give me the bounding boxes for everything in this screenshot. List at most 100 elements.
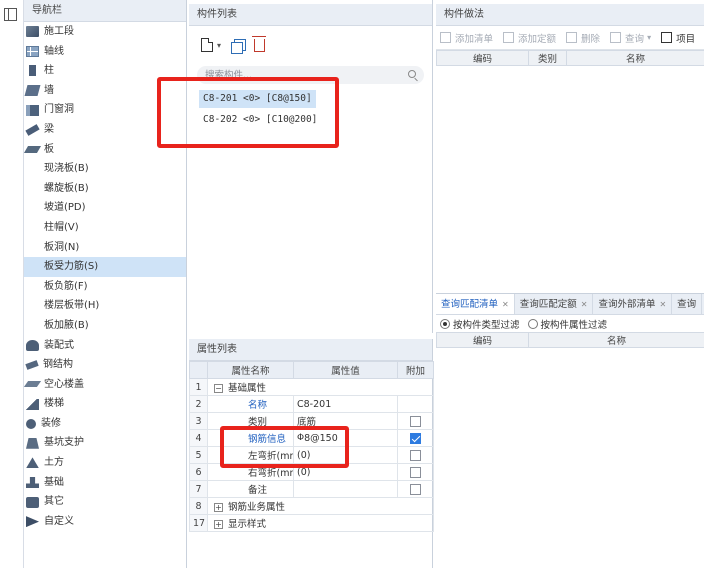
steel-structure-icon (25, 360, 39, 370)
property-extra-cell (397, 429, 434, 447)
checked-checkbox[interactable] (410, 432, 421, 444)
unchecked-checkbox[interactable] (410, 415, 421, 427)
property-name-cell: 右弯折(mm) (207, 463, 294, 481)
add-quota-icon (503, 32, 515, 43)
property-extra-cell (397, 480, 434, 498)
unchecked-checkbox[interactable] (410, 466, 421, 478)
nav-item[interactable]: 轴线 (24, 42, 186, 62)
close-icon[interactable]: ✕ (659, 294, 666, 314)
method-name-header: 名称 (566, 50, 704, 66)
nav-item[interactable]: 装配式 (24, 336, 186, 356)
property-panel: 属性列表 属性名称 属性值 附加 1− 基础属性 2 名称 C8-201 3 类别 底筋 4 钢筋… (189, 339, 434, 568)
property-value-cell[interactable] (293, 480, 398, 498)
collapse-icon[interactable]: − (214, 384, 223, 393)
nav-item[interactable]: 板加腋(B) (24, 316, 186, 336)
nav-title: 导航栏 (24, 0, 186, 22)
property-row[interactable]: 3 类别 底筋 (189, 412, 434, 430)
component-item[interactable]: C8-202 <0> [C10@200] (199, 111, 321, 129)
property-row[interactable]: 2 名称 C8-201 (189, 395, 434, 413)
nav-item[interactable]: 自定义 (24, 512, 186, 532)
nav-item[interactable]: 装修 (24, 414, 186, 434)
nav-item-label: 板加腋(B) (44, 319, 89, 331)
project-button[interactable]: 项目 (661, 31, 695, 45)
property-row-number: 3 (189, 412, 208, 430)
property-row[interactable]: 4 钢筋信息 Φ8@150 (189, 429, 434, 447)
tab-match-list[interactable]: 查询匹配清单 ✕ (436, 294, 515, 314)
nav-item[interactable]: 钢结构 (24, 355, 186, 375)
unchecked-checkbox[interactable] (410, 449, 421, 461)
property-row[interactable]: 1− 基础属性 (189, 378, 434, 396)
property-name-cell: 钢筋信息 (207, 429, 294, 447)
add-list-label: 添加清单 (455, 33, 494, 45)
property-value-cell[interactable]: 底筋 (293, 412, 398, 430)
search-icon[interactable] (408, 70, 416, 78)
new-component-icon[interactable] (201, 38, 213, 52)
left-collapse-strip (0, 0, 24, 568)
unchecked-checkbox[interactable] (410, 483, 421, 495)
nav-item[interactable]: 柱 (24, 61, 186, 81)
property-row-number: 6 (189, 463, 208, 481)
tab-match-quota[interactable]: 查询匹配定额 ✕ (515, 294, 594, 314)
property-value-text: C8-201 (297, 398, 332, 410)
component-item[interactable]: C8-201 <0> [C8@150] (199, 90, 316, 108)
property-row[interactable]: 8 + 钢筋业务属性 (189, 497, 434, 515)
component-search-input[interactable] (197, 66, 387, 84)
query-label: 查询 (625, 33, 645, 45)
nav-item[interactable]: 墙 (24, 81, 186, 101)
nav-item[interactable]: 基坑支护 (24, 433, 186, 453)
nav-item-label: 坡道(PD) (44, 202, 86, 214)
nav-item-label: 楼层板带(H) (44, 300, 100, 312)
add-quota-button[interactable]: 添加定额 (503, 31, 556, 45)
method-toolbar: 添加清单 添加定额 删除 查询 ▾ 项目 (436, 26, 704, 50)
new-dropdown-icon[interactable]: ▾ (217, 41, 221, 50)
close-icon[interactable]: ✕ (502, 294, 509, 314)
component-list-panel: 构件列表 ▾ C8-201 <0> [C8@150] C8-202 <0> [C1… (189, 0, 433, 333)
property-row-number: 4 (189, 429, 208, 447)
add-list-icon (440, 32, 451, 43)
query-dropdown-icon[interactable]: ▾ (647, 33, 651, 42)
add-list-button[interactable]: 添加清单 (440, 31, 493, 45)
property-row[interactable]: 5左弯折(mm)(0) (189, 446, 434, 464)
nav-item[interactable]: 基础 (24, 473, 186, 493)
nav-item[interactable]: 柱帽(V) (24, 218, 186, 238)
component-method-panel: 构件做法 添加清单 添加定额 删除 查询 ▾ 项目 编码 类别 名称 (436, 0, 704, 287)
property-value-cell[interactable]: Φ8@150 (293, 429, 398, 447)
expand-icon[interactable]: + (214, 503, 223, 512)
filter-by-attribute-radio[interactable]: 按构件属性过滤 (527, 317, 607, 331)
nav-item[interactable]: 梁 (24, 120, 186, 140)
nav-item[interactable]: 楼梯 (24, 394, 186, 414)
filter-by-type-radio[interactable]: 按构件类型过滤 (440, 317, 520, 331)
nav-item[interactable]: 其它 (24, 492, 186, 512)
nav-item[interactable]: 板负筋(F) (24, 277, 186, 297)
property-value-cell[interactable]: C8-201 (293, 395, 398, 413)
component-row: C8-202 <0> [C10@200] (199, 111, 432, 132)
delete-component-icon[interactable] (252, 35, 267, 52)
nav-item[interactable]: 土方 (24, 453, 186, 473)
query-button[interactable]: 查询 ▾ (610, 31, 651, 45)
property-row[interactable]: 17 + 显示样式 (189, 514, 434, 532)
tab-query[interactable]: 查询 (672, 294, 703, 314)
nav-item[interactable]: 板受力筋(S) (24, 257, 186, 277)
nav-item[interactable]: 楼层板带(H) (24, 296, 186, 316)
panel-toggle-icon[interactable] (4, 8, 17, 21)
nav-item[interactable]: 施工段 (24, 22, 186, 42)
property-value-cell[interactable]: (0) (293, 446, 398, 464)
delete-button[interactable]: 删除 (566, 31, 600, 45)
expand-icon[interactable]: + (214, 520, 223, 529)
property-row[interactable]: 7 备注 (189, 480, 434, 498)
property-row[interactable]: 6右弯折(mm)(0) (189, 463, 434, 481)
nav-item[interactable]: 板洞(N) (24, 238, 186, 258)
close-icon[interactable]: ✕ (581, 294, 588, 314)
tab-external-list[interactable]: 查询外部清单 ✕ (593, 294, 673, 314)
nav-item[interactable]: 门窗洞 (24, 100, 186, 120)
nav-item[interactable]: 螺旋板(B) (24, 179, 186, 199)
query-name-header: 名称 (528, 332, 704, 348)
pit-support-icon (26, 437, 39, 449)
nav-item[interactable]: 空心楼盖 (23, 375, 186, 395)
nav-item[interactable]: 现浇板(B) (24, 159, 186, 179)
nav-item[interactable]: 板 (23, 140, 186, 160)
property-value-cell[interactable]: (0) (293, 463, 398, 481)
nav-item[interactable]: 坡道(PD) (24, 198, 186, 218)
beam-icon (25, 123, 40, 136)
copy-component-icon[interactable] (231, 38, 247, 54)
